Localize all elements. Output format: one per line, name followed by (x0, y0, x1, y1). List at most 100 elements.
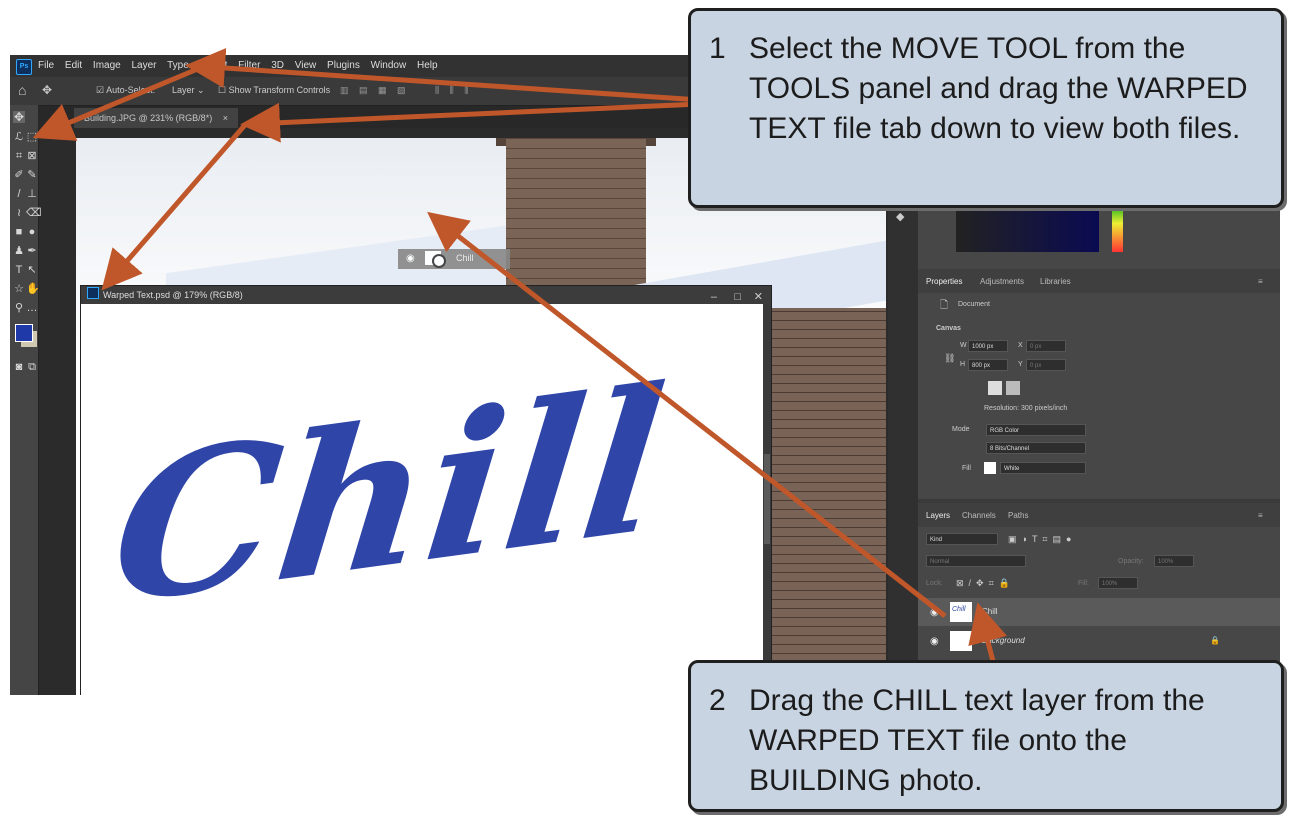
show-transform-label: Show Transform Controls (228, 85, 331, 95)
hand-tool-icon[interactable]: ✋ (26, 283, 40, 295)
menu-filter[interactable]: Filter (238, 60, 260, 71)
frame-tool-icon[interactable]: ⊠ (26, 150, 38, 162)
callout-1-number: 1 (709, 32, 726, 65)
collapsed-panel-strip: ◆ (888, 175, 918, 695)
eyedropper-icon[interactable]: ✐ (13, 169, 25, 181)
menu-plugins[interactable]: Plugins (327, 60, 360, 71)
tab-layers[interactable]: Layers (926, 511, 950, 520)
menu-image[interactable]: Image (93, 60, 121, 71)
panel-menu-icon[interactable]: ≡ (1258, 277, 1263, 286)
foreground-color-swatch[interactable] (15, 324, 33, 342)
menu-view[interactable]: View (295, 60, 317, 71)
tab-libraries[interactable]: Libraries (1040, 277, 1071, 286)
dragged-layer-label: Chill (456, 253, 474, 263)
menu-select[interactable]: Select (200, 60, 228, 71)
callout-1-text: Select the MOVE TOOL from the TOOLS pane… (749, 32, 1248, 145)
type-tool-icon[interactable]: T (13, 264, 25, 276)
gradient-tool-icon[interactable]: ■ (13, 226, 25, 238)
vertical-scrollbar[interactable] (763, 304, 771, 695)
menu-layer[interactable]: Layer (132, 60, 157, 71)
ps-doc-icon (87, 287, 99, 299)
layer-kind-filter[interactable]: Kind (926, 533, 998, 545)
show-transform-checkbox[interactable]: ☐ Show Transform Controls (218, 85, 330, 96)
chill-artwork: Chill (103, 342, 674, 649)
auto-select-label: Auto-Select: (106, 85, 156, 95)
crop-tool-icon[interactable]: ⌗ (13, 150, 25, 162)
layer-dropdown-value: Layer (172, 85, 195, 95)
lasso-tool-icon[interactable]: ℒ (13, 131, 25, 143)
fill-swatch[interactable] (984, 462, 996, 474)
path-select-icon[interactable]: ↖ (26, 264, 38, 276)
opacity-field[interactable]: 100% (1154, 555, 1194, 567)
layers-menu-icon[interactable]: ≡ (1258, 511, 1263, 520)
x-field[interactable]: 0 px (1026, 340, 1066, 352)
warped-text-document-window[interactable]: Warped Text.psd @ 179% (RGB/8) – □ ✕ Chi… (80, 285, 772, 695)
layer-filter-icons[interactable]: ▣◑T⌗▤● (1008, 534, 1076, 545)
menu-file[interactable]: File (38, 60, 54, 71)
portrait-orientation-icon[interactable] (988, 381, 1002, 395)
resolution-text: Resolution: 300 pixels/inch (984, 405, 1068, 412)
menu-help[interactable]: Help (417, 60, 438, 71)
fill-opacity-field[interactable]: 100% (1098, 577, 1138, 589)
tab-channels[interactable]: Channels (962, 511, 996, 520)
bit-depth-dropdown[interactable]: 8 Bits/Channel (986, 442, 1086, 454)
menu-type[interactable]: Type (167, 60, 189, 71)
blend-mode-dropdown[interactable]: Normal (926, 555, 1026, 567)
menu-list: File Edit Image Layer Type Select Filter… (38, 60, 446, 71)
dodge-tool-icon[interactable]: ♟ (13, 245, 25, 257)
tab-adjustments[interactable]: Adjustments (980, 277, 1024, 286)
move-tool-icon[interactable]: ✥ (13, 111, 25, 123)
width-field[interactable]: 1000 px (968, 340, 1008, 352)
hue-slider[interactable] (1112, 208, 1123, 252)
fill-opacity-label: Fill: (1078, 580, 1089, 587)
layers-tabs: Layers Channels Paths ≡ (918, 503, 1280, 527)
align-icons[interactable]: ▥ ▤ ▦ ▧ (340, 85, 410, 96)
zoom-tool-icon[interactable]: ⚲ (13, 302, 25, 314)
distribute-icons[interactable]: ⫼ ⫼ ⫼ (435, 85, 472, 96)
landscape-orientation-icon[interactable] (1006, 381, 1020, 395)
menu-window[interactable]: Window (371, 60, 407, 71)
layer-name-chill: Chill (982, 607, 998, 616)
more-tools-icon[interactable]: … (26, 302, 38, 314)
home-icon[interactable]: ⌂ (18, 82, 26, 98)
close-tab-icon[interactable]: × (223, 113, 228, 123)
height-field[interactable]: 800 px (968, 359, 1008, 371)
scrollbar-thumb[interactable] (764, 454, 770, 544)
warped-text-titlebar[interactable]: Warped Text.psd @ 179% (RGB/8) – □ ✕ (81, 286, 771, 304)
auto-select-checkbox[interactable]: ☑ Auto-Select: (96, 85, 155, 96)
layer-visibility-eye-icon[interactable]: ◉ (930, 607, 939, 618)
tab-properties[interactable]: Properties (926, 277, 962, 286)
quick-mask-icon[interactable]: ◙ (13, 361, 25, 373)
link-icon[interactable]: ⛓ (944, 353, 955, 364)
height-label: H (960, 361, 966, 368)
warped-text-canvas[interactable]: Chill (81, 304, 771, 695)
stamp-tool-icon[interactable]: ⊥ (26, 188, 38, 200)
blur-tool-icon[interactable]: ● (26, 226, 38, 238)
pen-tool-icon[interactable]: ✒ (26, 245, 38, 257)
brush-tool-icon[interactable]: / (13, 188, 25, 200)
document-tab-building[interactable]: Building.JPG @ 231% (RGB/8*) × (74, 108, 238, 128)
mode-dropdown[interactable]: RGB Color (986, 424, 1086, 436)
healing-brush-icon[interactable]: ✎ (26, 169, 38, 181)
history-brush-icon[interactable]: ≀ (13, 207, 25, 219)
menu-3d[interactable]: 3D (271, 60, 284, 71)
color-field[interactable] (956, 208, 1099, 252)
tab-paths[interactable]: Paths (1008, 511, 1028, 520)
y-field[interactable]: 0 px (1026, 359, 1066, 371)
menu-edit[interactable]: Edit (65, 60, 82, 71)
panel-collapse-icon[interactable]: ◆ (896, 210, 904, 223)
layer-dropdown[interactable]: Layer ⌄ (172, 85, 205, 96)
layer-row-chill[interactable]: ◉ Chill Chill (918, 598, 1280, 626)
layer-visibility-eye-icon[interactable]: ◉ (930, 636, 939, 647)
eraser-tool-icon[interactable]: ⌫ (26, 207, 42, 219)
callout-2-number: 2 (709, 684, 726, 717)
shape-tool-icon[interactable]: ☆ (13, 283, 25, 295)
lock-icons[interactable]: ⊠/✥⌗🔒 (956, 578, 1015, 589)
fill-dropdown[interactable]: White (1000, 462, 1086, 474)
layer-row-background[interactable]: ◉ Background 🔒 (918, 627, 1280, 655)
lock-label: Lock: (926, 580, 943, 587)
screen-mode-icon[interactable]: ⧉ (26, 361, 38, 373)
move-tool-preset-icon[interactable]: ✥ (42, 83, 52, 97)
layer-name-background: Background (982, 636, 1025, 645)
object-select-icon[interactable]: ⬚ (26, 131, 38, 143)
